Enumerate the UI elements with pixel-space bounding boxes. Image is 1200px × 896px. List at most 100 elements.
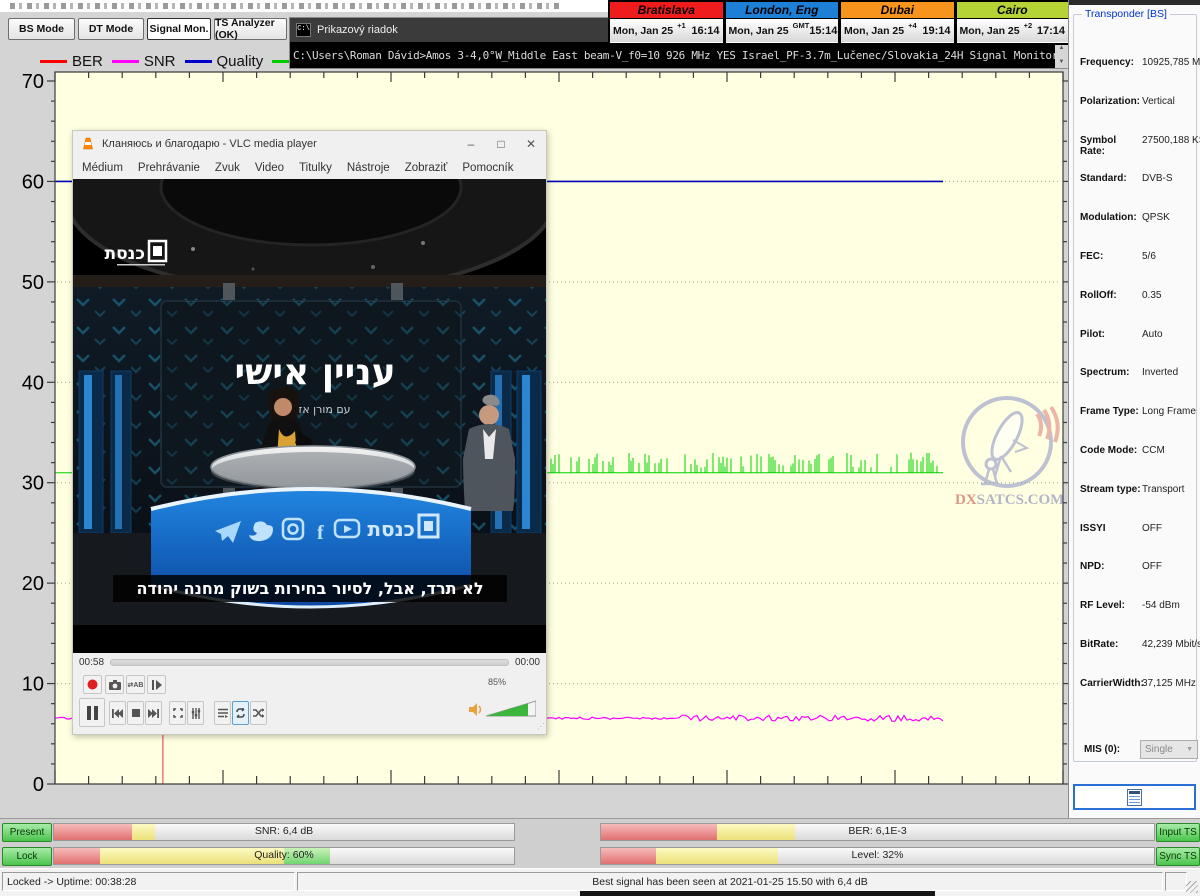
transponder-field-bitrate: BitRate:42,239 Mbit/s <box>1080 639 1192 650</box>
menu-item-titulky[interactable]: Titulky <box>299 162 332 174</box>
field-label: CarrierWidth: <box>1080 678 1142 689</box>
transponder-field-pilot: Pilot:Auto <box>1080 329 1192 340</box>
volume-slider[interactable] <box>486 699 536 717</box>
effects-button[interactable] <box>187 701 204 725</box>
field-value: OFF <box>1142 523 1162 534</box>
lock-indicator[interactable]: Lock <box>2 847 52 866</box>
equalizer-icon <box>191 708 201 719</box>
legend-label: BER <box>72 53 103 70</box>
mis-dropdown[interactable]: Single ▼ <box>1140 740 1198 759</box>
vlc-titlebar[interactable]: Кланяюсь и благодарю - VLC media player … <box>73 131 546 157</box>
menu-item-prehrvanie[interactable]: Prehrávanie <box>138 162 200 174</box>
scroll-down-icon[interactable]: ▼ <box>1059 56 1065 68</box>
previous-button[interactable] <box>109 701 126 725</box>
transponder-field-frequency: Frequency:10925,785 MHz <box>1080 57 1192 68</box>
field-label: Polarization: <box>1080 96 1142 107</box>
volume-percent: 85% <box>488 677 506 687</box>
console-scrollbar[interactable]: ▲ ▼ <box>1055 42 1068 68</box>
svg-text:DXSATCS.COM: DXSATCS.COM <box>955 492 1064 508</box>
transponder-field-rolloff: RollOff:0.35 <box>1080 290 1192 301</box>
field-value: 0.35 <box>1142 290 1161 301</box>
record-button[interactable] <box>83 675 102 694</box>
field-value: DVB-S <box>1142 173 1173 184</box>
menu-item-zvuk[interactable]: Zvuk <box>215 162 240 174</box>
frame-by-frame-button[interactable] <box>147 675 166 694</box>
watermark-dx: DX <box>955 492 977 508</box>
menu-item-video[interactable]: Video <box>255 162 284 174</box>
vlc-video-area: עניין אישי עם מורן אזולאי כנסת <box>73 179 546 653</box>
sync-ts-indicator[interactable]: Sync TS <box>1156 847 1200 866</box>
quality-bar: Quality: 60% <box>53 847 515 865</box>
random-button[interactable] <box>250 701 267 725</box>
tv-studio-scene: עניין אישי עם מורן אזולאי כנסת <box>73 179 546 653</box>
field-value: -54 dBm <box>1142 600 1180 611</box>
close-button[interactable]: ✕ <box>516 131 546 157</box>
field-label: Modulation: <box>1080 212 1142 223</box>
snapshot-button[interactable] <box>105 675 124 694</box>
best-signal-status: Best signal has been seen at 2021-01-25 … <box>297 872 1163 891</box>
menu-item-zobrazi[interactable]: Zobraziť <box>405 162 448 174</box>
bs-mode-button[interactable]: BS Mode <box>8 18 75 40</box>
transponder-field-standard: Standard:DVB-S <box>1080 173 1192 184</box>
field-value: Inverted <box>1142 367 1178 378</box>
console-body: C:\Users\Roman Dávid>Amos 3-4,0°W_Middle… <box>290 42 1068 68</box>
facebook-icon: f <box>317 522 324 544</box>
input-ts-indicator[interactable]: Input TS <box>1156 823 1200 842</box>
y-axis-label: 0 <box>33 774 44 796</box>
clock-timezone: +1 <box>677 21 686 30</box>
clock-body: Mon, Jan 25+217:14 <box>957 19 1069 42</box>
next-button[interactable] <box>145 701 162 725</box>
ab-loop-button[interactable]: ⇄AB <box>126 675 145 694</box>
stop-button[interactable] <box>127 701 144 725</box>
clock-time: 16:14 <box>691 25 719 37</box>
ts-analyzer-button[interactable]: TS Analyzer (OK) <box>214 18 287 40</box>
next-icon <box>148 709 159 718</box>
maximize-button[interactable]: □ <box>486 131 516 157</box>
field-label: Standard: <box>1080 173 1142 184</box>
svg-text:כנסת: כנסת <box>105 244 146 264</box>
present-indicator[interactable]: Present <box>2 823 52 842</box>
clock-city: London, Eng <box>726 2 839 19</box>
playlist-button[interactable] <box>214 701 231 725</box>
watermark-rest: SATCS.COM <box>977 492 1065 508</box>
vlc-seek-row: 00:58 00:00 <box>73 653 546 671</box>
loop-button[interactable] <box>232 701 249 725</box>
legend-item-quality: Quality <box>185 53 264 70</box>
field-label: Frame Type: <box>1080 406 1142 417</box>
ts-log-button[interactable] <box>1073 784 1196 810</box>
transponder-field-spectrum: Spectrum:Inverted <box>1080 367 1192 378</box>
dt-mode-button[interactable]: DT Mode <box>78 18 144 40</box>
y-axis-label: 50 <box>22 272 44 294</box>
signal-mon-button[interactable]: Signal Mon. <box>147 18 211 40</box>
transponder-title: Transponder [BS] <box>1082 8 1170 20</box>
field-value: 27500,188 KS/s <box>1142 135 1200 157</box>
world-clocks: BratislavaMon, Jan 25+116:14London, EngM… <box>608 0 1070 45</box>
dxsatcs-watermark: DXSATCS.COM <box>951 392 1067 510</box>
y-axis-label: 40 <box>22 372 44 394</box>
fullscreen-icon <box>173 708 183 718</box>
camera-icon <box>109 680 121 690</box>
menu-item-nstroje[interactable]: Nástroje <box>347 162 390 174</box>
clock-timezone: +2 <box>1024 21 1033 30</box>
transponder-field-codemode: Code Mode:CCM <box>1080 445 1192 456</box>
ab-loop-icon: ⇄AB <box>128 681 144 689</box>
fullscreen-button[interactable] <box>169 701 186 725</box>
signal-status-panel: Present Lock SNR: 6,4 dB Quality: 60% BE… <box>0 818 1200 868</box>
seek-slider[interactable] <box>110 659 509 666</box>
pause-icon <box>87 706 98 720</box>
transponder-field-symbolrate: Symbol Rate:27500,188 KS/s <box>1080 135 1192 157</box>
resize-grip-icon[interactable]: ⋰ <box>537 722 545 731</box>
window-title-strip <box>0 0 610 12</box>
menu-item-pomocnk[interactable]: Pomocník <box>462 162 513 174</box>
pause-button[interactable] <box>79 698 105 727</box>
vlc-menubar: Médium Prehrávanie Zvuk Video Titulky Nástroj… <box>73 157 546 179</box>
clock-london-eng: London, EngMon, Jan 25GMT15:14 <box>724 0 840 45</box>
field-value: QPSK <box>1142 212 1170 223</box>
clock-dubai: DubaiMon, Jan 25+419:14 <box>839 0 955 45</box>
minimize-button[interactable]: – <box>456 131 486 157</box>
menu-item-mdium[interactable]: Médium <box>82 162 123 174</box>
clock-city: Dubai <box>841 2 954 19</box>
svg-text:כנסת: כנסת <box>367 517 415 541</box>
resize-grip[interactable] <box>1186 881 1198 893</box>
mis-row: MIS (0): Single ▼ <box>1084 740 1198 759</box>
